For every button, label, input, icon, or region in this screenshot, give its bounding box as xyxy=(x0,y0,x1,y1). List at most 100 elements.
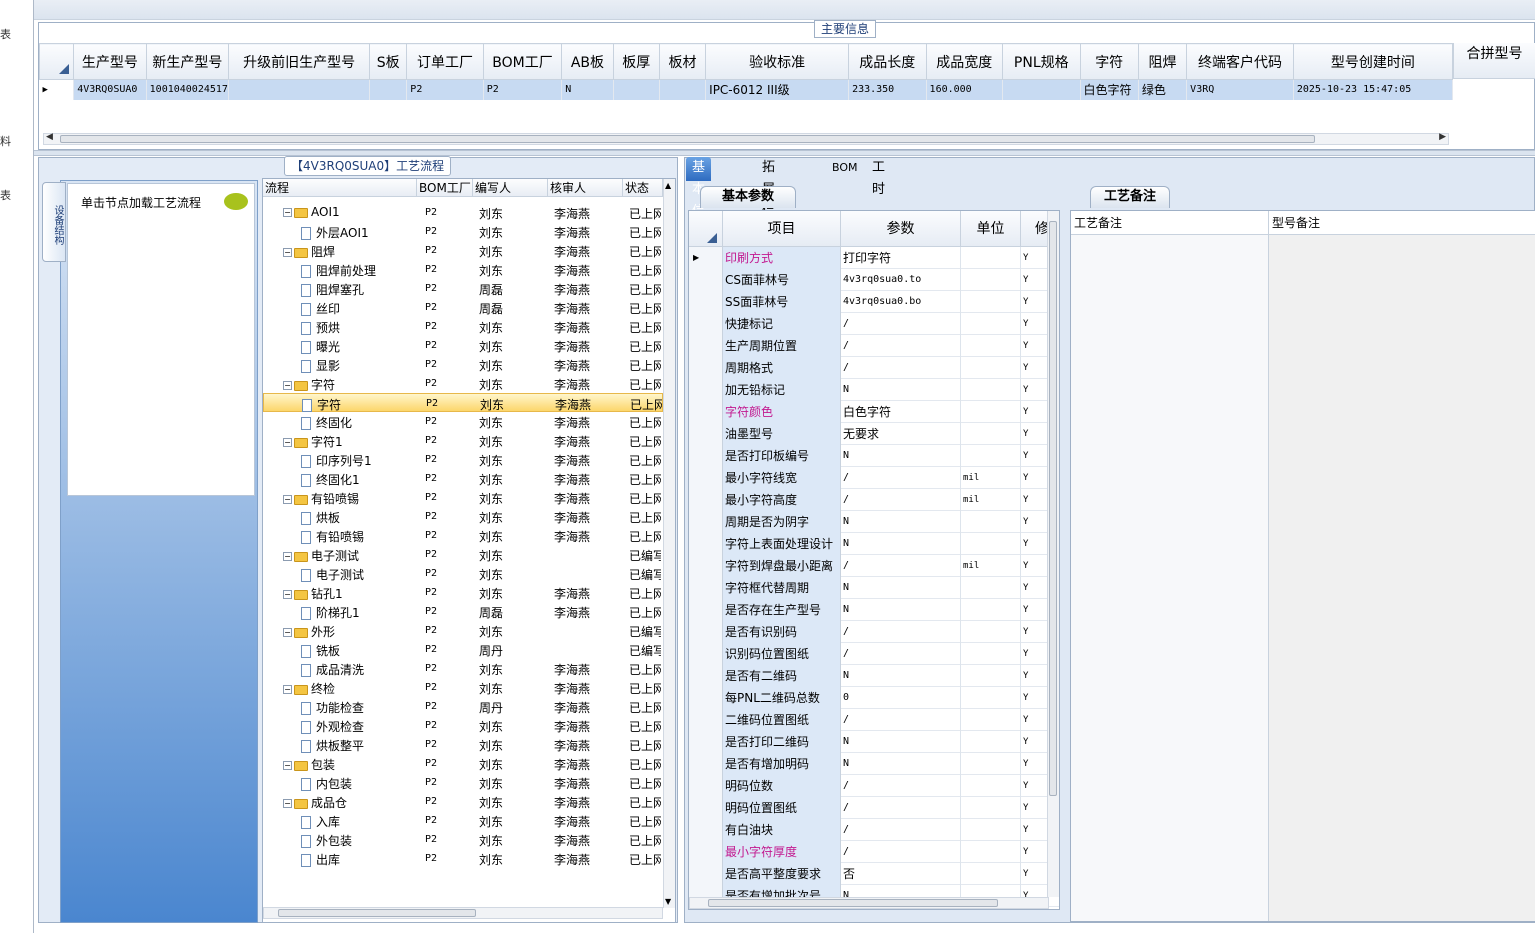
tree-node[interactable]: 烘板整平 P2 刘东 李海燕 已上网 xyxy=(263,735,663,754)
scroll-down-icon[interactable]: ▼ xyxy=(665,897,671,906)
collapse-icon[interactable]: − xyxy=(283,438,292,447)
param-row[interactable]: 是否高平整度要求否 Y xyxy=(689,863,1059,885)
param-row[interactable]: 字符上表面处理设计 N Y xyxy=(689,533,1059,555)
param-row[interactable]: 是否有增加明码 N Y xyxy=(689,753,1059,775)
tree-node[interactable]: 烘板 P2 刘东 李海燕 已上网 xyxy=(263,507,663,526)
tree-node[interactable]: 阻焊前处理 P2 刘东 李海燕 已上网 xyxy=(263,260,663,279)
main-col-header[interactable]: 订单工厂 xyxy=(406,43,484,80)
tree-col-header[interactable]: BOM工厂 xyxy=(417,179,473,197)
main-col-header[interactable]: 成品宽度 xyxy=(925,43,1004,80)
tree-node[interactable]: 有铅喷锡 P2 刘东 李海燕 已上网 xyxy=(263,526,663,545)
param-value[interactable]: 0 xyxy=(841,687,961,709)
tree-node[interactable]: 外层AOI1 P2 刘东 李海燕 已上网 xyxy=(263,222,663,241)
tree-node[interactable]: 功能检查 P2 周丹 李海燕 已上网 xyxy=(263,697,663,716)
collapse-icon[interactable]: − xyxy=(283,761,292,770)
scrollbar-thumb[interactable] xyxy=(60,135,1315,143)
table-row[interactable]: ▶ 4V3RQ0SUA0 10010400245174 P2 P2 N IPC-6012 … xyxy=(39,79,1454,100)
param-value[interactable]: N xyxy=(841,445,961,467)
params-horizontal-scrollbar[interactable] xyxy=(689,897,1049,909)
tab-extended-info[interactable]: 拓展信息 xyxy=(756,157,781,241)
tree-node[interactable]: − 外形 P2 刘东 已编写 xyxy=(263,621,663,640)
tree-node[interactable]: − AOI1 P2 刘东 李海燕 已上网 xyxy=(263,203,663,222)
param-row[interactable]: 是否存在生产型号 N Y xyxy=(689,599,1059,621)
collapse-icon[interactable]: − xyxy=(283,208,292,217)
basic-params-subtab[interactable]: 基本参数 xyxy=(700,186,796,208)
tab-bom[interactable]: BOM xyxy=(826,157,864,181)
tree-node[interactable]: 预烘 P2 刘东 李海燕 已上网 xyxy=(263,317,663,336)
param-value[interactable]: 4v3rq0sua0.to xyxy=(841,269,961,291)
tree-node[interactable]: − 字符 P2 刘东 李海燕 已上网 xyxy=(263,374,663,393)
param-value[interactable]: N xyxy=(841,599,961,621)
tree-vertical-scrollbar[interactable]: ▲ ▼ xyxy=(663,179,675,908)
param-value[interactable]: / xyxy=(841,643,961,665)
tree-node[interactable]: 阻焊塞孔 P2 周磊 李海燕 已上网 xyxy=(263,279,663,298)
collapse-icon[interactable]: − xyxy=(283,495,292,504)
param-row[interactable]: ▶ 印刷方式 打印字符 Y xyxy=(689,247,1059,269)
tree-node[interactable]: 外观检查 P2 刘东 李海燕 已上网 xyxy=(263,716,663,735)
param-col-value[interactable]: 参数 xyxy=(841,211,961,247)
param-value[interactable]: / xyxy=(841,313,961,335)
param-row[interactable]: 加无铅标记 N Y xyxy=(689,379,1059,401)
param-value[interactable]: / xyxy=(841,797,961,819)
collapse-icon[interactable]: − xyxy=(283,628,292,637)
param-row[interactable]: 二维码位置图纸 / Y xyxy=(689,709,1059,731)
param-row[interactable]: 生产周期位置 / Y xyxy=(689,335,1059,357)
model-note-textbox[interactable] xyxy=(1269,235,1535,921)
param-value[interactable]: / xyxy=(841,621,961,643)
tree-node[interactable]: 显影 P2 刘东 李海燕 已上网 xyxy=(263,355,663,374)
param-value[interactable]: 无要求 xyxy=(841,423,961,445)
param-value[interactable]: N xyxy=(841,379,961,401)
tree-node[interactable]: − 阻焊 P2 刘东 李海燕 已上网 xyxy=(263,241,663,260)
collapse-icon[interactable]: − xyxy=(283,381,292,390)
tree-col-header[interactable]: 流程 xyxy=(263,179,417,197)
tree-node[interactable]: − 包装 P2 刘东 李海燕 已上网 xyxy=(263,754,663,773)
main-col-header[interactable]: 板厚 xyxy=(612,43,660,80)
param-value[interactable]: 否 xyxy=(841,863,961,885)
main-col-header[interactable]: 终端客户代码 xyxy=(1186,43,1294,80)
main-horizontal-scrollbar[interactable]: ◀ ▶ xyxy=(43,132,1449,145)
param-row[interactable]: 字符到焊盘最小距离 / mil Y xyxy=(689,555,1059,577)
param-row[interactable]: 每PNL二维码总数 0 Y xyxy=(689,687,1059,709)
param-row[interactable]: 周期格式 / Y xyxy=(689,357,1059,379)
param-value[interactable]: / xyxy=(841,335,961,357)
param-row[interactable]: 是否有识别码 / Y xyxy=(689,621,1059,643)
param-value[interactable]: / xyxy=(841,357,961,379)
scrollbar-thumb[interactable] xyxy=(708,899,998,907)
tree-node[interactable]: 字符 P2 刘东 李海燕 已上网 xyxy=(263,393,663,412)
param-row[interactable]: 是否有二维码 N Y xyxy=(689,665,1059,687)
main-col-header[interactable]: 生产型号 xyxy=(73,43,147,80)
horizontal-splitter[interactable] xyxy=(34,150,1535,156)
param-value[interactable]: N xyxy=(841,577,961,599)
param-row[interactable]: CS面菲林号 4v3rq0sua0.to Y xyxy=(689,269,1059,291)
tree-node[interactable]: − 钻孔1 P2 刘东 李海燕 已上网 xyxy=(263,583,663,602)
param-value[interactable]: N xyxy=(841,533,961,555)
tree-node[interactable]: 成品清洗 P2 刘东 李海燕 已上网 xyxy=(263,659,663,678)
param-row[interactable]: 周期是否为阴字 N Y xyxy=(689,511,1059,533)
param-row[interactable]: 最小字符厚度 / Y xyxy=(689,841,1059,863)
tree-node[interactable]: 终固化1 P2 刘东 李海燕 已上网 xyxy=(263,469,663,488)
param-row[interactable]: 识别码位置图纸 / Y xyxy=(689,643,1059,665)
process-note-subtab[interactable]: 工艺备注 xyxy=(1090,186,1170,208)
collapse-icon[interactable]: − xyxy=(283,248,292,257)
param-col-item[interactable]: 项目 xyxy=(723,211,841,247)
main-col-header[interactable]: 字符 xyxy=(1079,43,1139,80)
process-note-textbox[interactable] xyxy=(1071,235,1269,921)
tree-node[interactable]: − 成品仓 P2 刘东 李海燕 已上网 xyxy=(263,792,663,811)
tab-work-hours[interactable]: 工时 xyxy=(866,157,891,197)
main-col-header[interactable]: 验收标准 xyxy=(705,43,850,80)
param-row[interactable]: 字符框代替周期 N Y xyxy=(689,577,1059,599)
main-col-header[interactable]: 阻焊 xyxy=(1137,43,1188,80)
scrollbar-thumb[interactable] xyxy=(1049,221,1057,796)
tree-col-header[interactable]: 编写人 xyxy=(473,179,548,197)
main-col-header[interactable]: BOM工厂 xyxy=(482,43,563,80)
param-value[interactable]: N xyxy=(841,753,961,775)
tree-node[interactable]: − 终检 P2 刘东 李海燕 已上网 xyxy=(263,678,663,697)
param-row[interactable]: 快捷标记 / Y xyxy=(689,313,1059,335)
param-row[interactable]: 字符颜色 白色字符 Y xyxy=(689,401,1059,423)
node-list-box[interactable]: 单击节点加载工艺流程 xyxy=(67,183,255,496)
param-value[interactable]: N xyxy=(841,511,961,533)
param-row[interactable]: 明码位置图纸 / Y xyxy=(689,797,1059,819)
main-col-header[interactable]: 新生产型号 xyxy=(145,43,230,80)
main-col-header[interactable]: 型号创建时间 xyxy=(1292,43,1454,80)
main-col-header[interactable]: 成品长度 xyxy=(848,43,927,80)
